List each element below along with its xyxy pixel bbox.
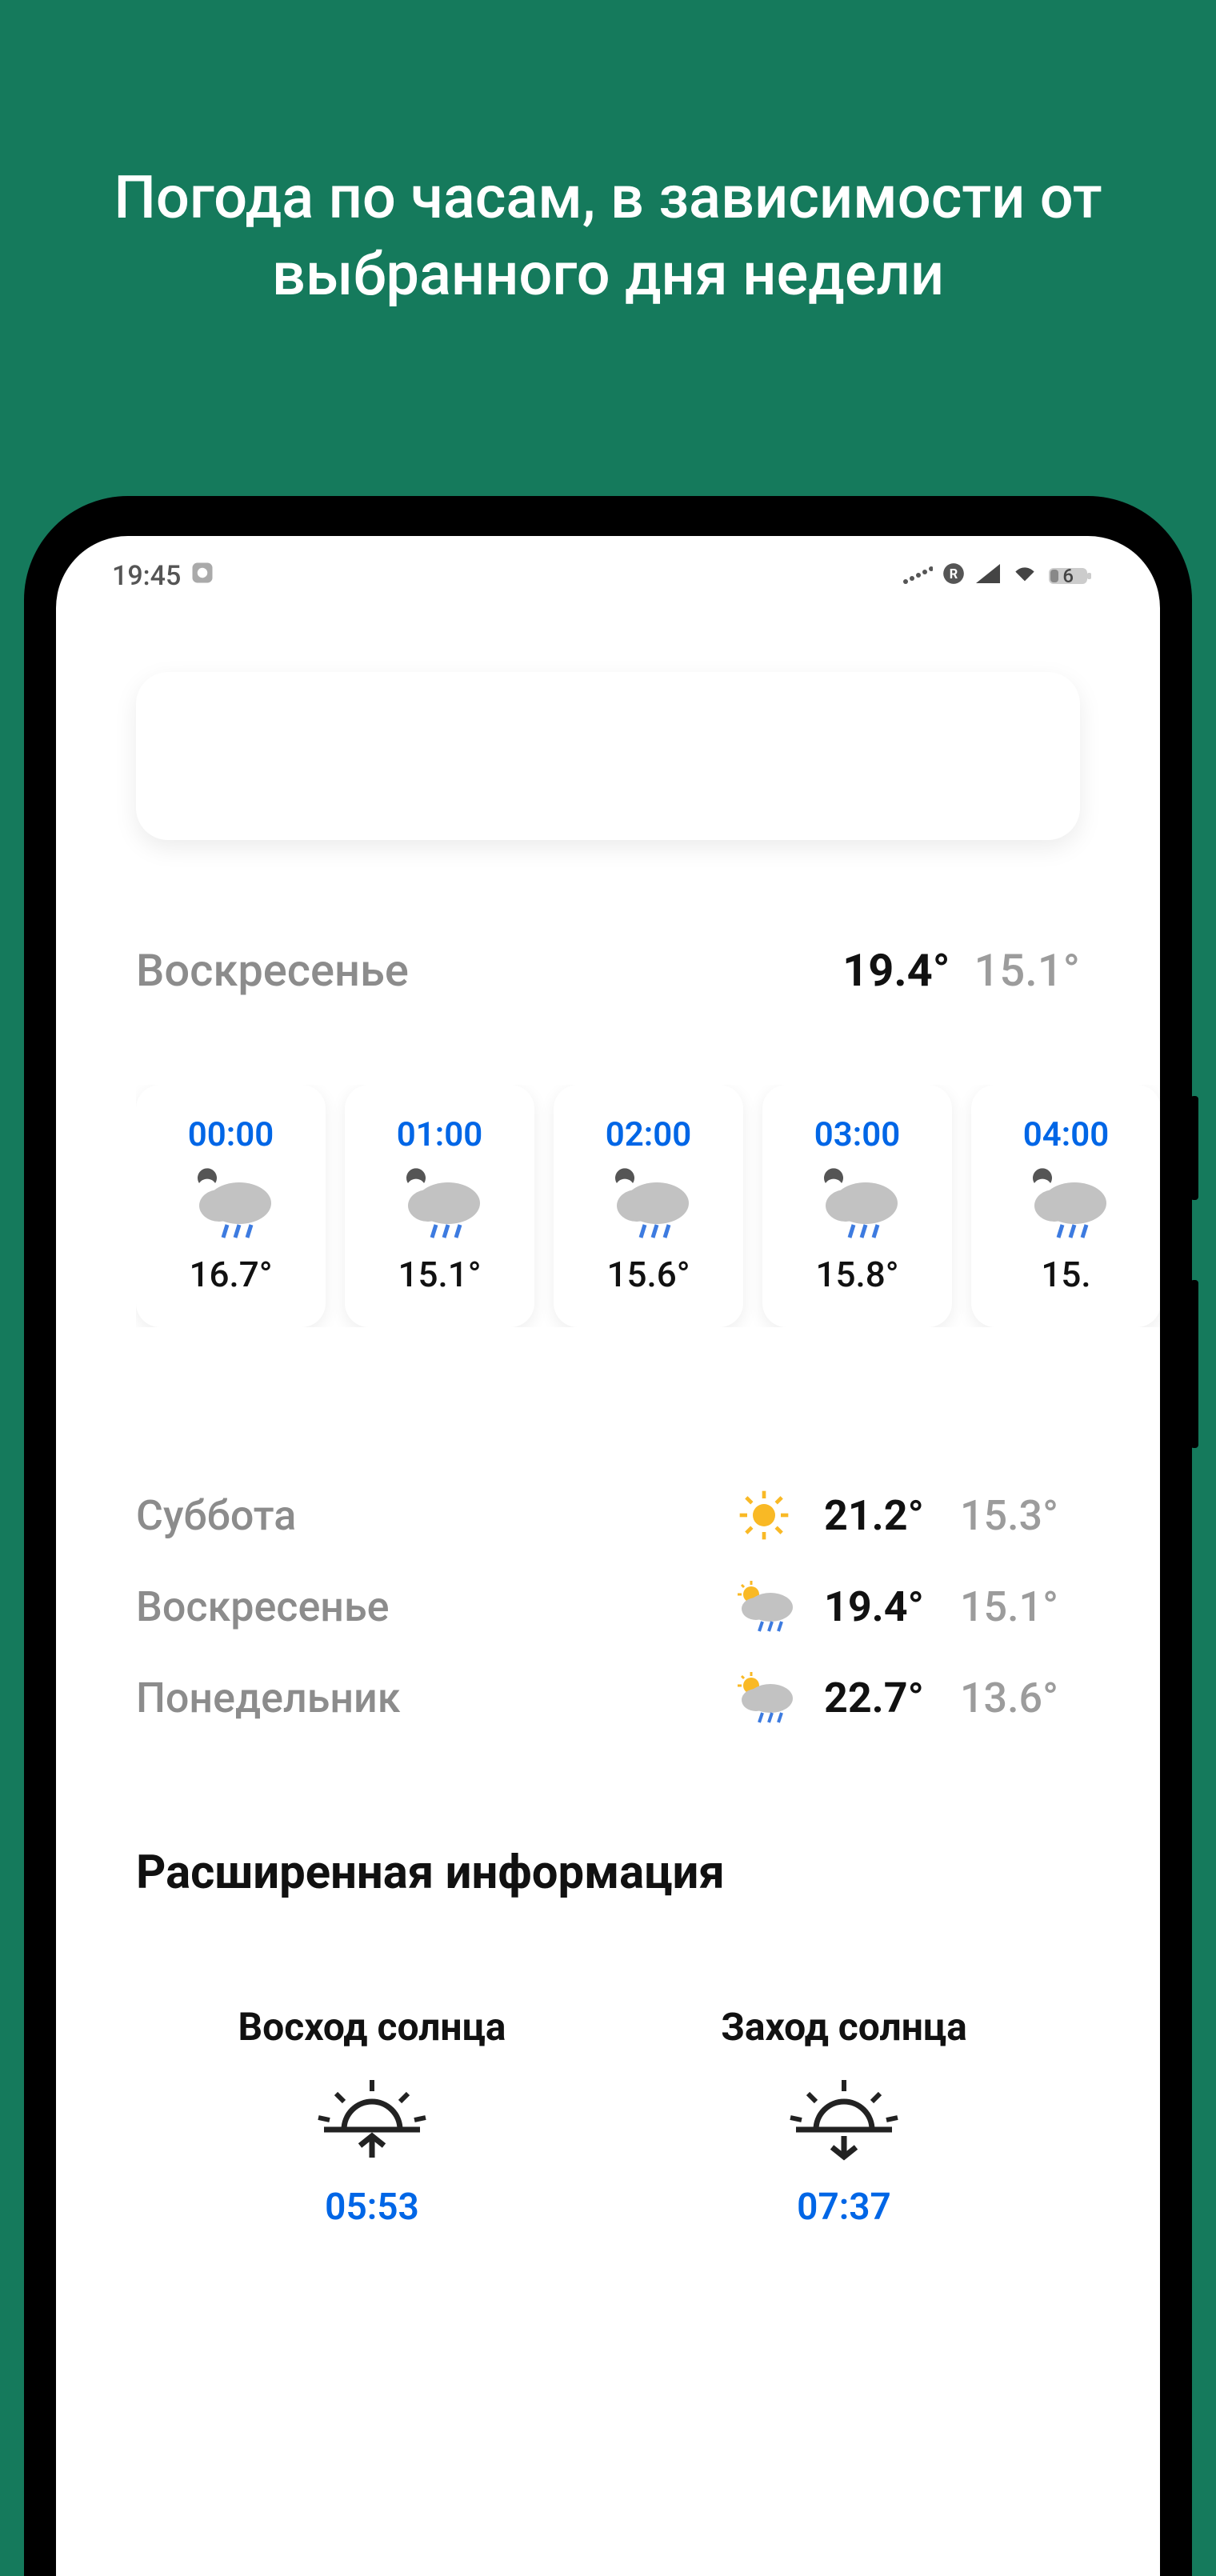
hour-card[interactable]: 01:00 15.1° xyxy=(345,1085,534,1327)
sun-cloud-rain-icon xyxy=(728,1578,800,1634)
selected-day-hi: 19.4° xyxy=(842,944,950,997)
selected-day-row[interactable]: Воскресенье 19.4° 15.1° xyxy=(136,944,1080,997)
status-bar: 19:45 R xyxy=(56,536,1160,616)
status-app-icon xyxy=(190,560,214,592)
roaming-icon: R xyxy=(942,560,965,592)
hour-time: 03:00 xyxy=(814,1115,900,1154)
hour-temp: 15. xyxy=(1041,1254,1090,1295)
hour-time: 02:00 xyxy=(606,1115,691,1154)
day-lo: 15.3° xyxy=(960,1491,1080,1540)
sunset-icon xyxy=(776,2074,912,2162)
phone-frame: 19:45 R xyxy=(24,496,1192,2576)
svg-text:R: R xyxy=(950,566,958,582)
phone-screen: 19:45 R xyxy=(56,536,1160,2576)
hour-temp: 16.7° xyxy=(189,1254,272,1295)
daily-forecast-list: Суббота 21.2° 15.3° Воскресенье 19.4° 15… xyxy=(136,1487,1080,1726)
hour-temp: 15.8° xyxy=(815,1254,898,1295)
day-lo: 15.1° xyxy=(960,1582,1080,1631)
hour-time: 00:00 xyxy=(188,1115,274,1154)
day-hi: 22.7° xyxy=(824,1674,960,1722)
night-rain-cloud-icon xyxy=(810,1167,906,1239)
hour-temp: 15.6° xyxy=(606,1254,690,1295)
day-row[interactable]: Суббота 21.2° 15.3° xyxy=(136,1487,1080,1543)
sun-cloud-rain-icon xyxy=(728,1670,800,1726)
sun-info-row: Восход солнца 05:53 Заход солнца 07:37 xyxy=(136,2004,1080,2229)
day-hi: 19.4° xyxy=(824,1582,960,1631)
night-rain-cloud-icon xyxy=(392,1167,488,1239)
phone-side-button xyxy=(1190,1096,1198,1200)
hour-time: 04:00 xyxy=(1023,1115,1109,1154)
day-name: Воскресенье xyxy=(136,1582,728,1631)
sunset-time: 07:37 xyxy=(797,2186,891,2229)
hour-time: 01:00 xyxy=(397,1115,482,1154)
wifi-icon xyxy=(1011,560,1038,592)
day-hi: 21.2° xyxy=(824,1491,960,1540)
sunrise-time: 05:53 xyxy=(325,2186,419,2229)
phone-side-button xyxy=(1190,1280,1198,1448)
hour-card[interactable]: 03:00 15.8° xyxy=(762,1085,952,1327)
day-name: Суббота xyxy=(136,1491,728,1540)
battery-icon: 6 xyxy=(1048,565,1104,587)
hour-temp: 15.1° xyxy=(398,1254,481,1295)
hourly-forecast-row[interactable]: 00:00 16.7° 01:00 15.1° 02:00 15.6° xyxy=(136,1085,1160,1327)
card-placeholder xyxy=(136,672,1080,840)
day-row[interactable]: Понедельник 22.7° 13.6° xyxy=(136,1670,1080,1726)
sunset-col: Заход солнца 07:37 xyxy=(608,2004,1080,2229)
promo-title: Погода по часам, в зависимости от выбран… xyxy=(0,0,1216,314)
day-lo: 13.6° xyxy=(960,1674,1080,1722)
selected-day-lo: 15.1° xyxy=(974,944,1080,997)
hour-card[interactable]: 04:00 15. xyxy=(971,1085,1160,1327)
status-time: 19:45 xyxy=(112,560,181,592)
night-rain-cloud-icon xyxy=(1018,1167,1114,1239)
hour-card[interactable]: 02:00 15.6° xyxy=(554,1085,743,1327)
sunrise-col: Восход солнца 05:53 xyxy=(136,2004,608,2229)
extended-info-title: Расширенная информация xyxy=(136,1846,1080,1900)
night-rain-cloud-icon xyxy=(601,1167,697,1239)
selected-day-name: Воскресенье xyxy=(136,944,842,997)
sunrise-label: Восход солнца xyxy=(238,2004,506,2050)
sunrise-icon xyxy=(304,2074,440,2162)
day-row[interactable]: Воскресенье 19.4° 15.1° xyxy=(136,1578,1080,1634)
signal-dots-icon xyxy=(902,560,933,592)
day-name: Понедельник xyxy=(136,1674,728,1722)
hour-card[interactable]: 00:00 16.7° xyxy=(136,1085,326,1327)
night-rain-cloud-icon xyxy=(183,1167,279,1239)
sun-icon xyxy=(728,1487,800,1543)
sunset-label: Заход солнца xyxy=(721,2004,967,2050)
signal-bars-icon xyxy=(974,560,1002,592)
